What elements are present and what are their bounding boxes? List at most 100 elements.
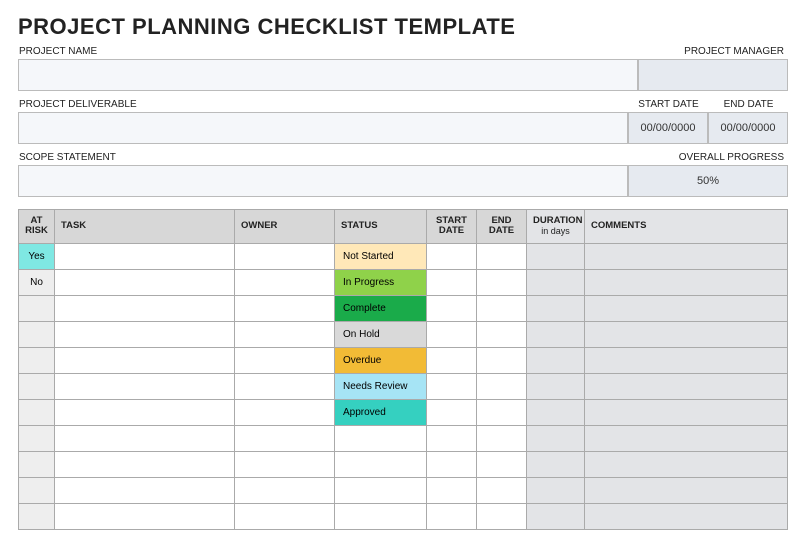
comments-cell[interactable] [585, 243, 788, 269]
risk-cell[interactable] [19, 503, 55, 529]
end-date-cell[interactable] [477, 477, 527, 503]
owner-cell[interactable] [235, 399, 335, 425]
owner-cell[interactable] [235, 347, 335, 373]
owner-cell[interactable] [235, 269, 335, 295]
project-manager-input[interactable] [638, 59, 788, 91]
task-cell[interactable] [55, 269, 235, 295]
risk-cell[interactable] [19, 399, 55, 425]
risk-cell[interactable] [19, 425, 55, 451]
status-cell[interactable] [335, 503, 427, 529]
task-cell[interactable] [55, 347, 235, 373]
comments-cell[interactable] [585, 373, 788, 399]
comments-cell[interactable] [585, 321, 788, 347]
start-date-cell[interactable] [427, 399, 477, 425]
status-cell[interactable] [335, 477, 427, 503]
table-row: Approved [19, 399, 788, 425]
task-cell[interactable] [55, 399, 235, 425]
end-date-cell[interactable] [477, 503, 527, 529]
comments-cell[interactable] [585, 451, 788, 477]
duration-cell [527, 269, 585, 295]
owner-cell[interactable] [235, 425, 335, 451]
start-date-cell[interactable] [427, 425, 477, 451]
owner-cell[interactable] [235, 503, 335, 529]
start-date-cell[interactable] [427, 321, 477, 347]
duration-cell [527, 451, 585, 477]
status-cell[interactable]: Not Started [335, 243, 427, 269]
task-cell[interactable] [55, 321, 235, 347]
end-date-cell[interactable] [477, 399, 527, 425]
status-cell[interactable]: Approved [335, 399, 427, 425]
table-row: Overdue [19, 347, 788, 373]
end-date-cell[interactable] [477, 243, 527, 269]
risk-cell[interactable]: No [19, 269, 55, 295]
start-date-cell[interactable] [427, 451, 477, 477]
checklist-table: AT RISK TASK OWNER STATUS START DATE END… [18, 209, 788, 530]
status-cell[interactable]: In Progress [335, 269, 427, 295]
start-date-cell[interactable] [427, 243, 477, 269]
progress-value: 50% [628, 165, 788, 197]
end-date-cell[interactable] [477, 373, 527, 399]
risk-cell[interactable] [19, 321, 55, 347]
risk-cell[interactable] [19, 451, 55, 477]
end-date-cell[interactable] [477, 295, 527, 321]
end-date-cell[interactable] [477, 425, 527, 451]
duration-cell [527, 373, 585, 399]
col-header-owner: OWNER [235, 210, 335, 244]
status-cell[interactable] [335, 451, 427, 477]
status-cell[interactable]: Needs Review [335, 373, 427, 399]
comments-cell[interactable] [585, 269, 788, 295]
task-cell[interactable] [55, 477, 235, 503]
end-date-cell[interactable] [477, 321, 527, 347]
risk-cell[interactable] [19, 347, 55, 373]
task-cell[interactable] [55, 295, 235, 321]
task-cell[interactable] [55, 425, 235, 451]
table-row [19, 503, 788, 529]
comments-cell[interactable] [585, 295, 788, 321]
owner-cell[interactable] [235, 373, 335, 399]
project-name-input[interactable] [18, 59, 638, 91]
duration-cell [527, 503, 585, 529]
comments-cell[interactable] [585, 503, 788, 529]
start-date-cell[interactable] [427, 347, 477, 373]
owner-cell[interactable] [235, 295, 335, 321]
start-date-cell[interactable] [427, 477, 477, 503]
owner-cell[interactable] [235, 451, 335, 477]
status-cell[interactable]: Complete [335, 295, 427, 321]
owner-cell[interactable] [235, 243, 335, 269]
table-row: Needs Review [19, 373, 788, 399]
end-date-cell[interactable] [477, 269, 527, 295]
deliverable-input[interactable] [18, 112, 628, 144]
end-date-cell[interactable] [477, 347, 527, 373]
status-cell[interactable] [335, 425, 427, 451]
start-date-cell[interactable] [427, 503, 477, 529]
owner-cell[interactable] [235, 477, 335, 503]
comments-cell[interactable] [585, 425, 788, 451]
start-date-input[interactable]: 00/00/0000 [628, 112, 708, 144]
col-header-duration: DURATION in days [527, 210, 585, 244]
comments-cell[interactable] [585, 347, 788, 373]
end-date-input[interactable]: 00/00/0000 [708, 112, 788, 144]
start-date-cell[interactable] [427, 295, 477, 321]
duration-cell [527, 295, 585, 321]
start-date-cell[interactable] [427, 269, 477, 295]
start-date-cell[interactable] [427, 373, 477, 399]
owner-cell[interactable] [235, 321, 335, 347]
scope-input[interactable] [18, 165, 628, 197]
risk-cell[interactable] [19, 295, 55, 321]
end-date-cell[interactable] [477, 451, 527, 477]
status-cell[interactable]: On Hold [335, 321, 427, 347]
risk-cell[interactable]: Yes [19, 243, 55, 269]
comments-cell[interactable] [585, 399, 788, 425]
status-chip: Needs Review [335, 374, 426, 399]
task-cell[interactable] [55, 503, 235, 529]
task-cell[interactable] [55, 243, 235, 269]
start-date-label: START DATE [628, 99, 708, 110]
risk-cell[interactable] [19, 373, 55, 399]
status-chip: Overdue [335, 348, 426, 373]
comments-cell[interactable] [585, 477, 788, 503]
status-cell[interactable]: Overdue [335, 347, 427, 373]
task-cell[interactable] [55, 451, 235, 477]
status-chip: Complete [335, 296, 426, 321]
risk-cell[interactable] [19, 477, 55, 503]
task-cell[interactable] [55, 373, 235, 399]
